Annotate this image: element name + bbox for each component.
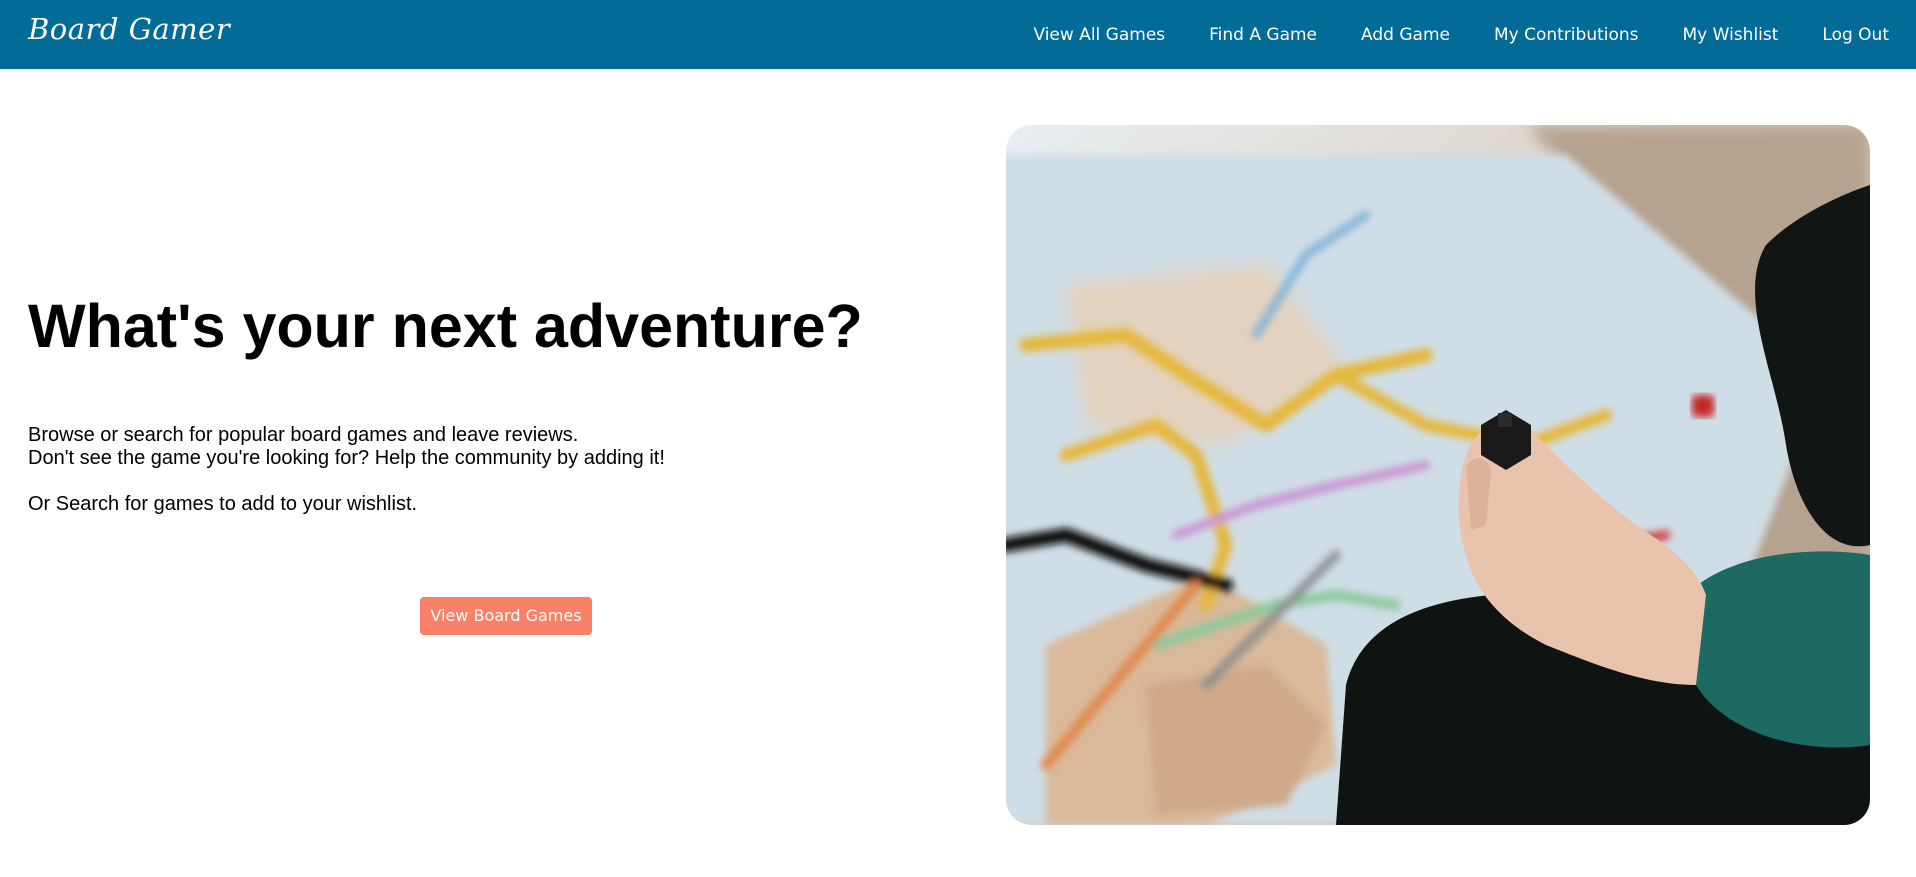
nav-log-out[interactable]: Log Out (1822, 25, 1889, 45)
nav-find-a-game[interactable]: Find A Game (1209, 25, 1317, 45)
nav-view-all-games[interactable]: View All Games (1033, 25, 1165, 45)
hero-line-add: Don't see the game you're looking for? H… (28, 447, 665, 469)
hero-image (1006, 125, 1870, 825)
nav-my-wishlist[interactable]: My Wishlist (1683, 25, 1779, 45)
top-navbar: Board Gamer View All Games Find A Game A… (0, 0, 1916, 69)
board-game-photo (1006, 125, 1870, 825)
hero-line-wishlist: Or Search for games to add to your wishl… (28, 493, 418, 515)
nav-add-game[interactable]: Add Game (1361, 25, 1450, 45)
hero-headline: What's your next adventure? (28, 292, 863, 360)
view-board-games-button[interactable]: View Board Games (420, 597, 592, 635)
line-spacer (28, 470, 665, 493)
hero-description: Browse or search for popular board games… (28, 424, 665, 516)
hero-line-browse: Browse or search for popular board games… (28, 424, 579, 446)
brand-logo[interactable]: Board Gamer (28, 12, 230, 46)
nav-my-contributions[interactable]: My Contributions (1494, 25, 1639, 45)
nav-links: View All Games Find A Game Add Game My C… (1033, 0, 1889, 69)
